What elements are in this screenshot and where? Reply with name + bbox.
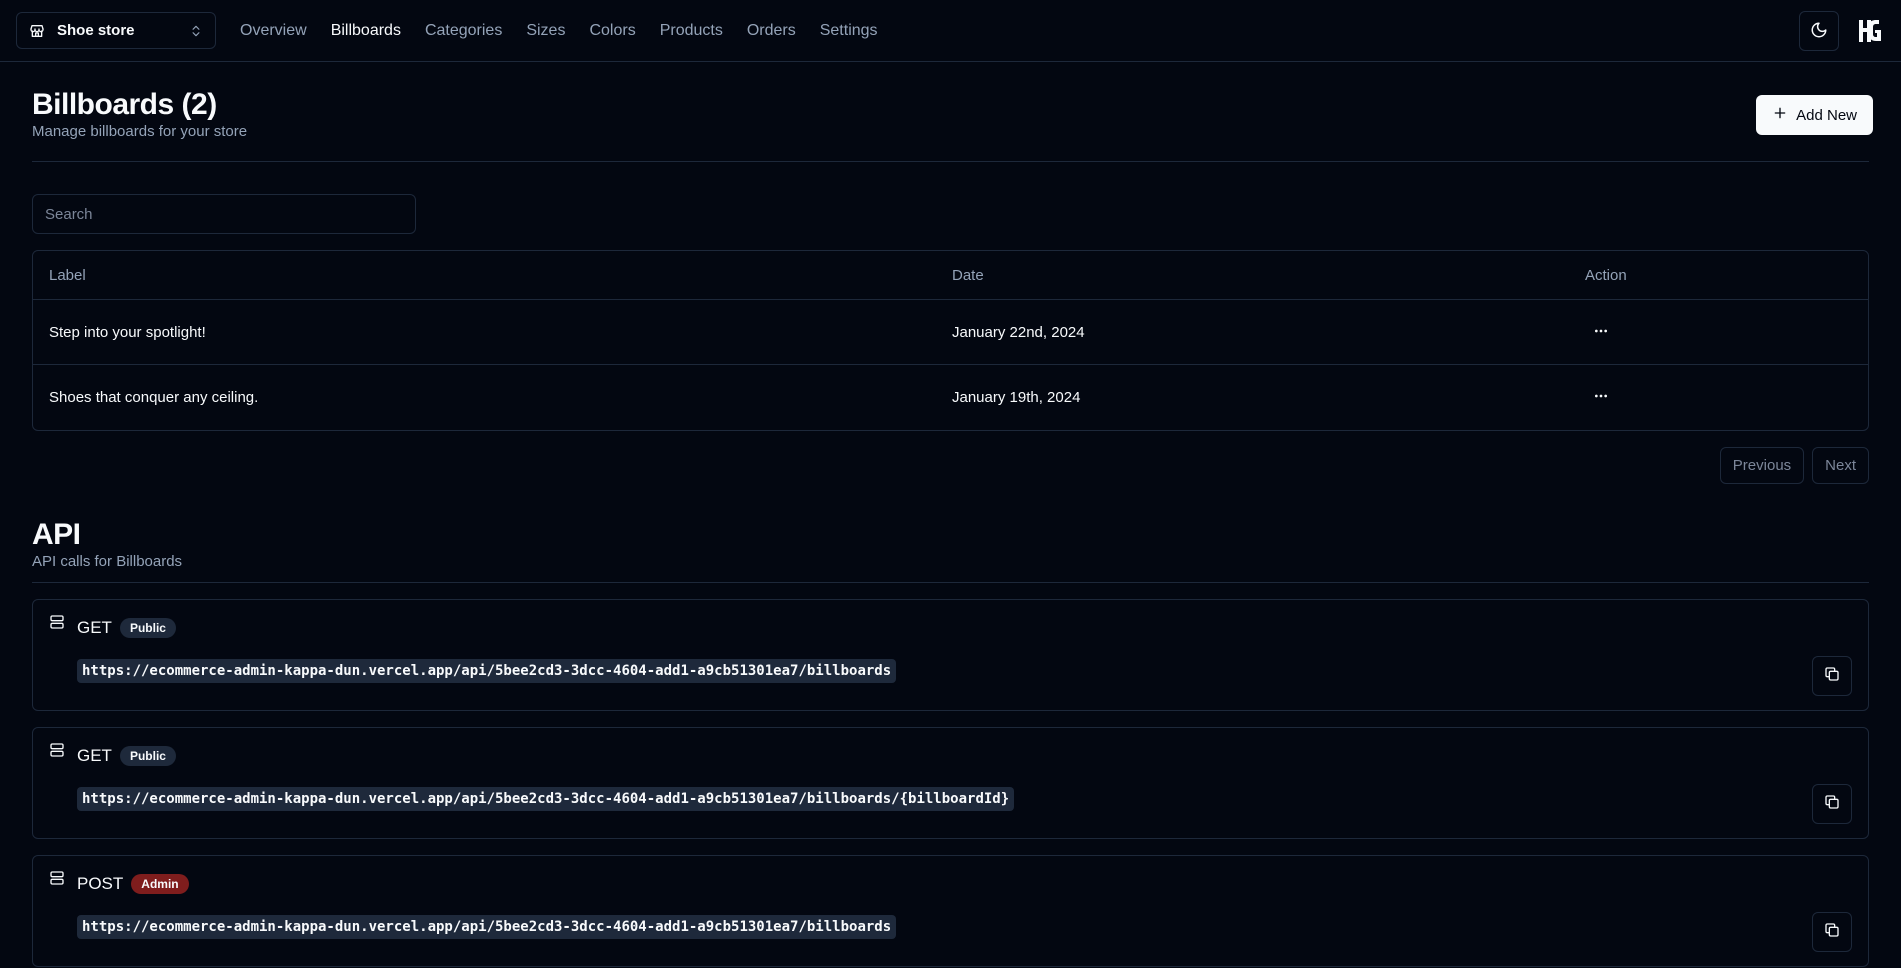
divider <box>32 161 1869 162</box>
server-icon <box>49 870 67 888</box>
store-switcher[interactable]: Shoe store <box>16 12 216 49</box>
store-icon <box>29 22 47 40</box>
divider <box>32 581 1869 583</box>
api-method: GET <box>77 745 112 765</box>
page-description: Manage billboards for your store <box>32 122 248 140</box>
nav-orders[interactable]: Orders <box>747 22 796 40</box>
column-header-label: Label <box>49 266 86 284</box>
server-icon <box>49 614 67 632</box>
top-navbar: Shoe store Overview Billboards Categorie… <box>0 0 1901 62</box>
row-actions-button[interactable] <box>1585 382 1617 414</box>
table-header-row: Label Date Action <box>33 251 1868 300</box>
api-method: POST <box>77 873 124 893</box>
access-badge: Public <box>119 617 176 638</box>
add-new-button[interactable]: Add New <box>1756 95 1873 135</box>
cell-date: January 19th, 2024 <box>952 389 1081 406</box>
table-row: Step into your spotlight! January 22nd, … <box>33 300 1868 365</box>
nav-settings[interactable]: Settings <box>820 22 878 40</box>
user-avatar[interactable] <box>1853 15 1885 47</box>
copy-icon <box>1824 922 1840 941</box>
api-url: https://ecommerce-admin-kappa-dun.vercel… <box>77 914 897 939</box>
moon-icon <box>1810 21 1828 42</box>
api-method: GET <box>77 617 112 637</box>
search-input[interactable] <box>32 194 416 234</box>
plus-icon <box>1772 105 1788 125</box>
api-url: https://ecommerce-admin-kappa-dun.vercel… <box>77 786 1015 811</box>
cell-label: Step into your spotlight! <box>49 323 206 341</box>
theme-toggle-button[interactable] <box>1799 11 1839 51</box>
store-switcher-label: Shoe store <box>57 22 135 39</box>
nav-products[interactable]: Products <box>660 22 723 40</box>
copy-button[interactable] <box>1812 655 1852 696</box>
api-endpoint-card: GET Public https://ecommerce-admin-kappa… <box>32 598 1869 711</box>
next-button[interactable]: Next <box>1812 447 1869 484</box>
api-endpoint-card: GET Public https://ecommerce-admin-kappa… <box>32 726 1869 839</box>
copy-icon <box>1824 666 1840 685</box>
column-header-action: Action <box>1585 266 1627 284</box>
access-badge: Public <box>119 745 176 766</box>
access-badge: Admin <box>131 873 189 894</box>
chevrons-up-down-icon <box>189 23 203 39</box>
api-endpoint-card: POST Admin https://ecommerce-admin-kappa… <box>32 854 1869 967</box>
main-nav: Overview Billboards Categories Sizes Col… <box>240 22 878 40</box>
column-header-date: Date <box>952 266 984 284</box>
nav-categories[interactable]: Categories <box>425 22 502 40</box>
api-description: API calls for Billboards <box>32 552 183 570</box>
more-horizontal-icon <box>1593 388 1609 407</box>
table-row: Shoes that conquer any ceiling. January … <box>33 365 1868 430</box>
billboards-table: Label Date Action Step into your spotlig… <box>32 250 1869 431</box>
nav-colors[interactable]: Colors <box>589 22 635 40</box>
page-heading: Billboards (2) Manage billboards for you… <box>32 62 1869 158</box>
add-new-label: Add New <box>1796 106 1857 124</box>
page-content: Billboards (2) Manage billboards for you… <box>0 62 1901 967</box>
api-url: https://ecommerce-admin-kappa-dun.vercel… <box>77 658 897 683</box>
nav-overview[interactable]: Overview <box>240 22 307 40</box>
page-title: Billboards (2) <box>32 88 217 121</box>
api-title: API <box>32 518 81 551</box>
server-icon <box>49 742 67 760</box>
cell-date: January 22nd, 2024 <box>952 323 1085 341</box>
previous-button[interactable]: Previous <box>1719 447 1805 484</box>
cell-label: Shoes that conquer any ceiling. <box>49 389 259 406</box>
nav-sizes[interactable]: Sizes <box>526 22 565 40</box>
copy-button[interactable] <box>1812 783 1852 824</box>
user-logo-icon <box>1859 20 1881 42</box>
pagination: Previous Next <box>32 447 1869 484</box>
row-actions-button[interactable] <box>1585 316 1617 348</box>
more-horizontal-icon <box>1593 323 1609 342</box>
copy-icon <box>1824 794 1840 813</box>
nav-billboards[interactable]: Billboards <box>331 22 401 40</box>
copy-button[interactable] <box>1812 911 1852 952</box>
